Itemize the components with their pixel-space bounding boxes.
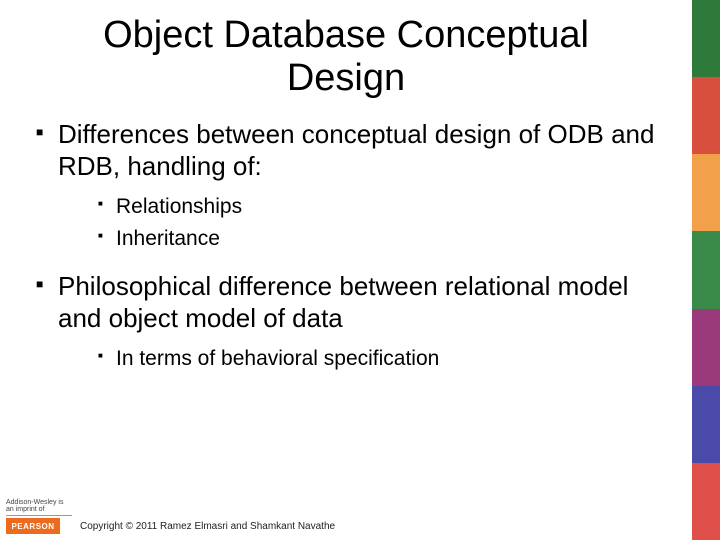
- bullet-item: Philosophical difference between relatio…: [36, 271, 662, 373]
- bullet-text: Philosophical difference between relatio…: [58, 271, 628, 333]
- bullet-list: Differences between conceptual design of…: [0, 109, 692, 373]
- sub-bullet-item: Inheritance: [98, 225, 662, 253]
- footer: Addison-Wesley is an imprint of PEARSON …: [0, 496, 692, 540]
- imprint-text: Addison-Wesley is an imprint of: [6, 499, 72, 516]
- slide-body: Object Database Conceptual Design Differ…: [0, 0, 692, 540]
- sub-bullet-list: In terms of behavioral specification: [58, 335, 662, 373]
- sub-bullet-text: Inheritance: [116, 227, 220, 250]
- bullet-item: Differences between conceptual design of…: [36, 119, 662, 253]
- pearson-logo: PEARSON: [6, 518, 60, 534]
- publisher-logo: Addison-Wesley is an imprint of PEARSON: [6, 499, 72, 534]
- bullet-text: Differences between conceptual design of…: [58, 119, 654, 181]
- sub-bullet-text: Relationships: [116, 195, 242, 218]
- sub-bullet-list: Relationships Inheritance: [58, 183, 662, 254]
- sub-bullet-item: In terms of behavioral specification: [98, 345, 662, 373]
- sub-bullet-item: Relationships: [98, 193, 662, 221]
- copyright-text: Copyright © 2011 Ramez Elmasri and Shamk…: [80, 521, 335, 532]
- slide-title: Object Database Conceptual Design: [0, 14, 692, 109]
- sub-bullet-text: In terms of behavioral specification: [116, 347, 439, 370]
- decorative-stripe: [692, 0, 720, 540]
